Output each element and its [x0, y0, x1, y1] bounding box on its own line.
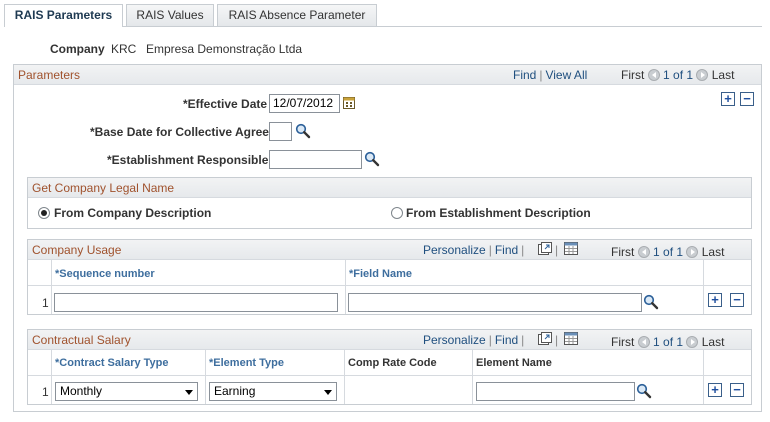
contractual-salary-last-label: Last: [701, 335, 725, 349]
field-name-header[interactable]: *Field Name: [349, 268, 412, 280]
contractual-salary-col-divider: [51, 350, 52, 404]
tab-rais-absence-parameter[interactable]: RAIS Absence Parameter: [217, 4, 377, 26]
parameters-title: Parameters: [18, 68, 81, 82]
contractual-salary-first-label: First: [611, 335, 635, 349]
tab-rais-parameters[interactable]: RAIS Parameters: [4, 4, 123, 27]
parameters-find-link[interactable]: Find: [513, 68, 536, 82]
contractual-salary-header-rule: [28, 375, 751, 376]
base-date-input[interactable]: [269, 122, 292, 141]
search-icon[interactable]: [643, 294, 659, 310]
add-row-button[interactable]: +: [708, 293, 722, 307]
establishment-input[interactable]: [269, 150, 362, 169]
contractual-salary-title: Contractual Salary: [32, 333, 131, 347]
download-icon[interactable]: [564, 332, 578, 345]
contract-salary-type-select[interactable]: Monthly: [55, 382, 198, 401]
previous-icon[interactable]: [637, 336, 650, 348]
company-usage-row-number: 1: [42, 296, 49, 310]
base-date-label: *Base Date for Collective Agree: [90, 125, 269, 139]
company-usage-count: 1 of 1: [653, 245, 684, 259]
company-usage-header-rule: [28, 285, 751, 286]
company-usage-personalize-link[interactable]: Personalize: [423, 243, 486, 257]
company-usage-first-label: First: [611, 245, 635, 259]
legal-name-title: Get Company Legal Name: [32, 181, 175, 195]
company-usage-col-divider: [703, 260, 704, 314]
sequence-number-input[interactable]: [54, 293, 338, 312]
contract-salary-type-value: Monthly: [60, 384, 103, 398]
contractual-salary-row-number: 1: [42, 385, 49, 399]
company-usage-title: Company Usage: [32, 243, 122, 257]
company-usage-col-divider: [345, 260, 346, 314]
dropdown-arrow-icon: [324, 390, 332, 395]
delete-row-button[interactable]: −: [730, 293, 744, 307]
company-usage-last-label: Last: [701, 245, 725, 259]
download-icon[interactable]: [564, 242, 578, 255]
element-type-value: Earning: [214, 384, 256, 398]
contract-salary-type-header[interactable]: *Contract Salary Type: [55, 357, 169, 369]
delete-row-button[interactable]: −: [730, 383, 744, 397]
add-row-button[interactable]: +: [708, 383, 722, 397]
dropdown-arrow-icon: [185, 390, 193, 395]
previous-icon[interactable]: [637, 246, 650, 258]
parameters-view-all-link[interactable]: View All: [545, 68, 587, 82]
parameters-header: Parameters Find | View All First 1 of 1 La…: [14, 65, 761, 85]
contractual-salary-find-link[interactable]: Find: [495, 333, 518, 347]
effective-date-input[interactable]: 12/07/2012: [269, 94, 340, 113]
element-name-input[interactable]: [476, 382, 635, 401]
contractual-salary-count: 1 of 1: [653, 335, 684, 349]
comp-rate-code-header: Comp Rate Code: [348, 357, 437, 369]
previous-icon[interactable]: [647, 69, 660, 81]
parameters-last-label: Last: [711, 68, 735, 82]
company-name: Empresa Demonstração Ltda: [146, 42, 303, 56]
next-icon[interactable]: [686, 336, 699, 348]
contractual-salary-personalize-link[interactable]: Personalize: [423, 333, 486, 347]
field-name-input[interactable]: [348, 293, 642, 312]
tab-rais-values[interactable]: RAIS Values: [126, 4, 214, 26]
from-establishment-description-label: From Establishment Description: [406, 206, 591, 220]
view-all-icon[interactable]: [538, 242, 552, 255]
from-establishment-description-radio[interactable]: [391, 207, 403, 219]
legal-name-header: Get Company Legal Name: [28, 178, 751, 198]
search-icon[interactable]: [364, 151, 380, 167]
company-code: KRC: [111, 42, 137, 56]
separator: |: [555, 243, 559, 257]
element-name-header: Element Name: [476, 357, 552, 369]
element-type-header[interactable]: *Element Type: [209, 357, 284, 369]
company-usage-find-link[interactable]: Find: [495, 243, 518, 257]
contractual-salary-col-divider: [205, 350, 206, 404]
separator: |: [555, 333, 559, 347]
legal-name-box: Get Company Legal Name: [27, 177, 752, 229]
from-company-description-label: From Company Description: [54, 206, 212, 220]
parameters-count: 1 of 1: [663, 68, 694, 82]
parameters-first-label: First: [621, 68, 645, 82]
effective-date-label: *Effective Date: [183, 97, 268, 111]
next-icon[interactable]: [696, 69, 709, 81]
search-icon[interactable]: [636, 383, 652, 399]
search-icon[interactable]: [295, 123, 311, 139]
company-label: Company: [50, 42, 105, 56]
contractual-salary-col-divider: [344, 350, 345, 404]
next-icon[interactable]: [686, 246, 699, 258]
delete-row-button[interactable]: −: [740, 92, 754, 106]
contractual-salary-col-divider: [703, 350, 704, 404]
contractual-salary-col-divider: [472, 350, 473, 404]
company-usage-col-divider: [51, 260, 52, 314]
add-row-button[interactable]: +: [721, 92, 735, 106]
view-all-icon[interactable]: [538, 332, 552, 345]
establishment-label: *Establishment Responsible: [107, 153, 269, 167]
sequence-number-header[interactable]: *Sequence number: [55, 268, 155, 280]
calendar-icon[interactable]: [343, 96, 355, 109]
from-company-description-radio[interactable]: [38, 207, 50, 219]
element-type-select[interactable]: Earning: [209, 382, 337, 401]
